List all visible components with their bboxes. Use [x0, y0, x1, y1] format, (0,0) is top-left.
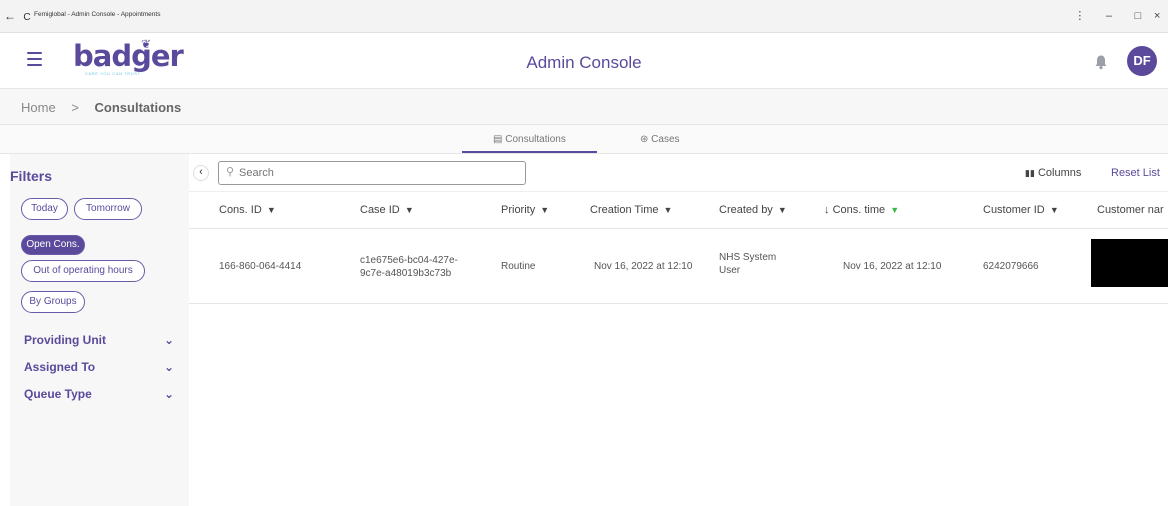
accordion-label: Queue Type [24, 387, 92, 401]
chevron-down-icon: ⌄ [163, 360, 174, 374]
breadcrumb-separator: > [71, 100, 79, 115]
search-box[interactable]: ⚲ [218, 161, 526, 185]
clipboard-icon: ▤ [493, 134, 503, 145]
columns-icon: ▮▮ [1025, 168, 1035, 178]
brand-logo[interactable]: ❦ badger CARE YOU CAN TRUST [73, 37, 184, 81]
filter-funnel-icon[interactable]: ▼ [405, 205, 414, 215]
cell-priority: Routine [501, 261, 536, 272]
table-header: Cons. ID ▼ Case ID ▼ Priority ▼ Creation… [189, 191, 1168, 229]
column-header-cons-id[interactable]: Cons. ID ▼ [219, 204, 276, 216]
cell-customer-id: 6242079666 [983, 261, 1039, 272]
search-icon: ⚲ [226, 166, 235, 178]
column-header-creation-time[interactable]: Creation Time ▼ [590, 204, 672, 216]
close-window-button[interactable]: × [1154, 10, 1168, 22]
column-header-customer-name[interactable]: Customer nar [1097, 204, 1164, 216]
bell-icon[interactable] [1094, 54, 1108, 70]
column-header-case-id[interactable]: Case ID ▼ [360, 204, 414, 216]
cell-cons-id: 166-860-064-4414 [219, 261, 302, 272]
app-header: ❦ badger CARE YOU CAN TRUST Admin Consol… [0, 33, 1168, 89]
search-input[interactable] [239, 167, 509, 179]
columns-button[interactable]: ▮▮ Columns [1025, 167, 1081, 179]
sprout-icon: ❦ [141, 37, 152, 51]
tab-consultations-label: Consultations [505, 134, 566, 145]
back-arrow-icon[interactable]: ← [4, 9, 16, 23]
browser-nav: ← C [4, 9, 35, 23]
reload-icon[interactable]: C [23, 12, 30, 23]
chevron-down-icon: ⌄ [163, 387, 174, 401]
filter-chip-today[interactable]: Today [21, 198, 68, 220]
filters-sidebar: Filters Today Tomorrow Open Cons. Out of… [10, 154, 189, 506]
filter-funnel-icon[interactable]: ▼ [778, 205, 787, 215]
maximize-button[interactable]: □ [1125, 10, 1151, 22]
filter-funnel-active-icon[interactable]: ▼ [890, 205, 899, 215]
redacted-customer-name [1091, 239, 1168, 287]
breadcrumb: Home > Consultations [0, 89, 1168, 125]
user-avatar[interactable]: DF [1127, 46, 1157, 76]
window-controls: ⋮ – □ × [1067, 9, 1168, 22]
column-header-cons-time[interactable]: ↓ Cons. time ▼ [824, 204, 899, 216]
accordion-label: Providing Unit [24, 333, 106, 347]
filters-title: Filters [10, 168, 53, 184]
browser-titlebar: ← C Femiglobal - Admin Console - Appoint… [0, 0, 1168, 33]
filter-funnel-icon[interactable]: ▼ [267, 205, 276, 215]
sort-down-arrow-icon[interactable]: ↓ [824, 204, 830, 216]
column-header-created-by[interactable]: Created by ▼ [719, 204, 787, 216]
tab-bar: ▤ Consultations ⊛ Cases [0, 125, 1168, 154]
table-row[interactable]: 166-860-064-4414 c1e675e6-bc04-427e- 9c7… [189, 229, 1168, 304]
chevron-down-icon: ⌄ [163, 333, 174, 347]
breadcrumb-current: Consultations [94, 100, 182, 115]
cases-icon: ⊛ [640, 134, 649, 145]
accordion-queue-type[interactable]: Queue Type ⌄ [24, 387, 174, 401]
collapse-sidebar-button[interactable]: ‹ [193, 165, 209, 181]
filter-funnel-icon[interactable]: ▼ [664, 205, 673, 215]
cell-created-by: NHS System User [719, 252, 777, 276]
cell-case-id: c1e675e6-bc04-427e- 9c7e-a48019b3c73b [360, 255, 458, 279]
breadcrumb-home[interactable]: Home [21, 100, 56, 115]
filter-chip-tomorrow[interactable]: Tomorrow [74, 198, 142, 220]
cell-creation-time: Nov 16, 2022 at 12:10 [594, 261, 693, 272]
accordion-label: Assigned To [24, 360, 96, 374]
tab-cases-label: Cases [651, 134, 680, 145]
browser-tab-title: Femiglobal - Admin Console - Appointment… [34, 11, 161, 18]
tab-cases[interactable]: ⊛ Cases [640, 134, 680, 145]
reset-list-button[interactable]: Reset List [1111, 167, 1160, 179]
accordion-assigned-to[interactable]: Assigned To ⌄ [24, 360, 174, 374]
minimize-button[interactable]: – [1096, 10, 1122, 22]
kebab-menu-icon[interactable]: ⋮ [1067, 9, 1093, 22]
filter-funnel-icon[interactable]: ▼ [1050, 205, 1059, 215]
menu-icon[interactable] [27, 52, 42, 66]
filter-funnel-icon[interactable]: ▼ [540, 205, 549, 215]
filter-chip-out-of-hours[interactable]: Out of operating hours [21, 260, 145, 282]
cell-cons-time: Nov 16, 2022 at 12:10 [843, 261, 942, 272]
column-header-priority[interactable]: Priority ▼ [501, 204, 549, 216]
columns-label: Columns [1037, 167, 1082, 179]
filter-chip-by-groups[interactable]: By Groups [21, 291, 85, 313]
accordion-providing-unit[interactable]: Providing Unit ⌄ [24, 333, 174, 347]
filter-chip-open-cons[interactable]: Open Cons. [21, 235, 85, 255]
column-header-customer-id[interactable]: Customer ID ▼ [983, 204, 1059, 216]
active-tab-indicator [462, 151, 597, 153]
tab-consultations[interactable]: ▤ Consultations [493, 134, 566, 145]
